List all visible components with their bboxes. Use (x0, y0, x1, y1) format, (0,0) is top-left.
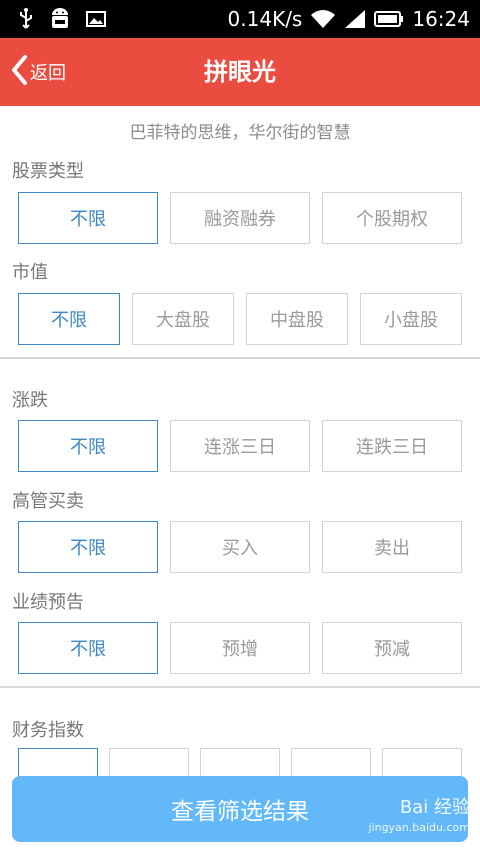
section-label-market-cap: 市值 (12, 262, 48, 283)
section-label-exec-trade: 高管买卖 (12, 491, 84, 512)
exec-trade-option-buy[interactable]: 买入 (170, 521, 310, 573)
change-option-three-up[interactable]: 连涨三日 (170, 420, 310, 472)
divider (0, 686, 480, 688)
section-label-financial: 财务指数 (12, 720, 84, 741)
change-option-three-down[interactable]: 连跌三日 (322, 420, 462, 472)
back-label: 返回 (30, 63, 66, 84)
market-cap-option-mid[interactable]: 中盘股 (246, 293, 348, 345)
market-cap-option-large[interactable]: 大盘股 (132, 293, 234, 345)
market-cap-option-small[interactable]: 小盘股 (360, 293, 462, 345)
title-bar: 拼眼光 返回 (0, 38, 480, 106)
stock-type-option-options[interactable]: 个股期权 (322, 192, 462, 244)
chevron-left-icon (10, 54, 28, 91)
section-label-forecast: 业绩预告 (12, 592, 84, 613)
forecast-option-increase[interactable]: 预增 (170, 622, 310, 674)
battery-icon (374, 10, 404, 28)
stock-type-option-any[interactable]: 不限 (18, 192, 158, 244)
market-cap-option-any[interactable]: 不限 (18, 293, 120, 345)
exec-trade-option-sell[interactable]: 卖出 (322, 521, 462, 573)
forecast-option-any[interactable]: 不限 (18, 622, 158, 674)
section-label-change: 涨跌 (12, 390, 48, 411)
usb-icon (18, 8, 34, 30)
subtitle: 巴菲特的思维，华尔街的智慧 (129, 123, 351, 143)
status-bar: 0.14K/s 16:24 (0, 0, 480, 38)
back-button[interactable]: 返回 (10, 52, 66, 92)
clock: 16:24 (412, 7, 470, 31)
page-title: 拼眼光 (204, 58, 276, 86)
image-icon (86, 10, 106, 28)
network-speed: 0.14K/s (227, 7, 303, 31)
forecast-option-decrease[interactable]: 预减 (322, 622, 462, 674)
android-icon (48, 7, 72, 31)
watermark-brand: Bai 经验 (399, 797, 470, 818)
signal-icon (344, 9, 366, 29)
divider (0, 357, 480, 359)
watermark-url: jingyan.baidu.com (368, 821, 470, 834)
change-option-any[interactable]: 不限 (18, 420, 158, 472)
exec-trade-option-any[interactable]: 不限 (18, 521, 158, 573)
section-label-stock-type: 股票类型 (12, 161, 84, 182)
watermark: Bai 经验 jingyan.baidu.com (368, 798, 470, 838)
stock-type-option-margin[interactable]: 融资融券 (170, 192, 310, 244)
wifi-icon (310, 9, 336, 29)
